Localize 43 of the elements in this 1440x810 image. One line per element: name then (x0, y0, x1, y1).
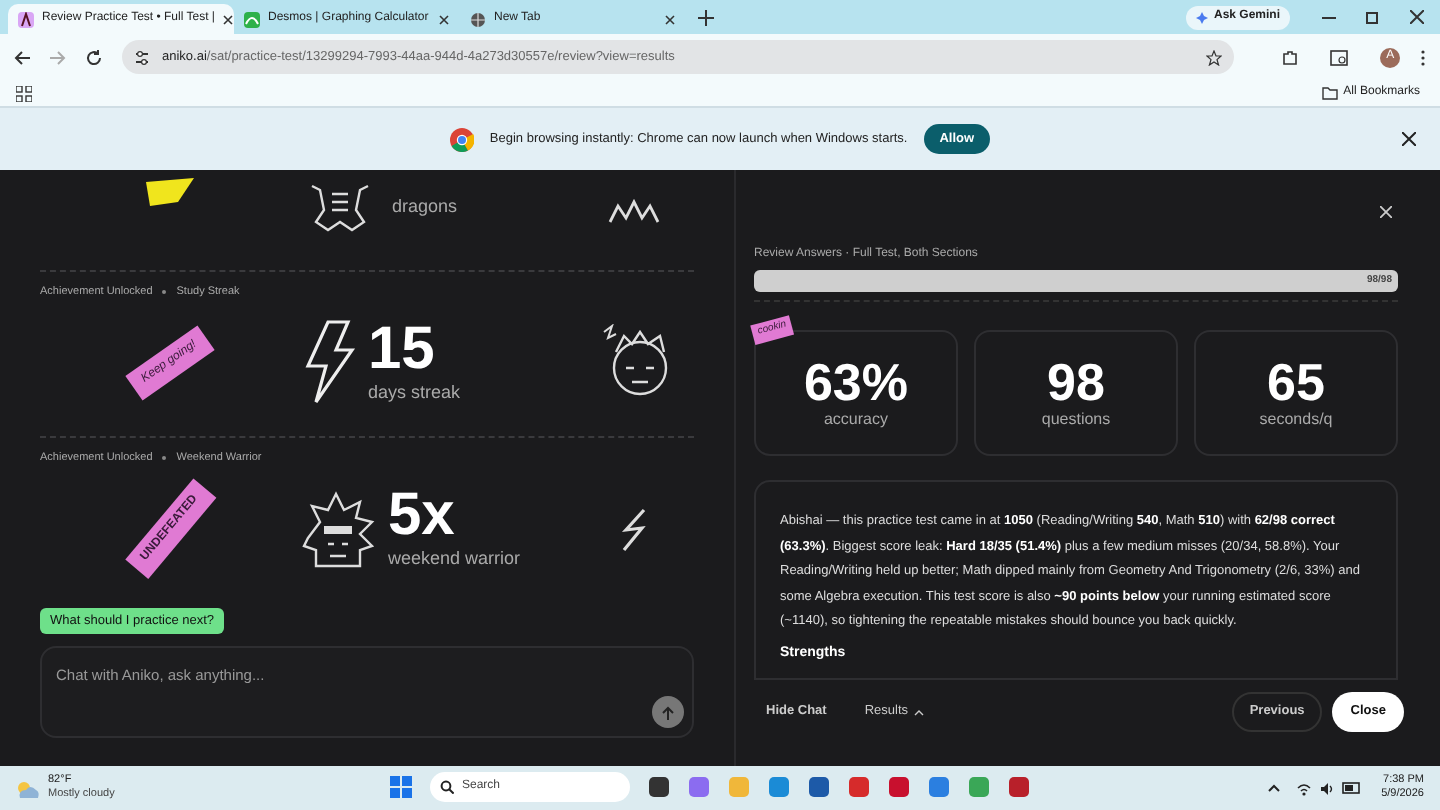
stat-value: 63% (803, 355, 909, 407)
search-icon (440, 780, 454, 794)
achievement-caption: days streak (368, 379, 461, 406)
sparkle-icon (1195, 11, 1208, 23)
back-arrow-icon[interactable] (14, 49, 30, 65)
up-arrow-icon (662, 705, 674, 720)
cloud-icon (16, 779, 40, 797)
speaker-icon[interactable] (1319, 781, 1334, 795)
close-icon[interactable] (664, 13, 676, 25)
battery-icon[interactable] (1341, 782, 1362, 794)
spiky-hair-face-icon (300, 489, 376, 569)
close-icon[interactable] (1410, 10, 1424, 24)
wifi-icon[interactable] (1295, 781, 1312, 795)
stat-label: seconds/q (1259, 407, 1333, 431)
stat-value: 98 (1047, 355, 1105, 407)
star-icon[interactable] (1206, 49, 1223, 65)
restore-icon[interactable] (1366, 10, 1380, 24)
achievement-value: 5x (388, 485, 457, 546)
site-logo-icon (18, 11, 34, 27)
site-logo-icon (244, 11, 260, 27)
stat-label: accuracy (823, 407, 888, 431)
achievement-value: 15 (368, 319, 437, 379)
lightning-bolt-icon (300, 318, 356, 407)
more-options-icon[interactable] (1420, 49, 1426, 65)
close-icon[interactable] (438, 13, 450, 25)
lightning-squiggle-icon (620, 507, 648, 551)
tab-search-icon[interactable] (1330, 49, 1349, 65)
doodle-drawing (606, 194, 662, 226)
plus-icon[interactable] (698, 9, 714, 25)
stat-label: questions (1041, 407, 1111, 431)
start-icon[interactable] (390, 776, 412, 798)
achievement-caption: weekend warrior (388, 545, 521, 572)
achievement-caption: dragons (392, 194, 458, 221)
close-icon[interactable] (222, 13, 235, 25)
site-settings-icon (134, 49, 150, 65)
caret-up-icon (914, 709, 925, 715)
close-icon[interactable] (1402, 132, 1416, 146)
stat-value: 65 (1267, 355, 1325, 407)
puzzle-icon[interactable] (1282, 49, 1299, 65)
apps-grid-icon[interactable] (16, 85, 32, 101)
reload-icon[interactable] (86, 49, 102, 65)
globe-icon (470, 11, 486, 27)
chevron-up-icon[interactable] (1267, 784, 1280, 792)
